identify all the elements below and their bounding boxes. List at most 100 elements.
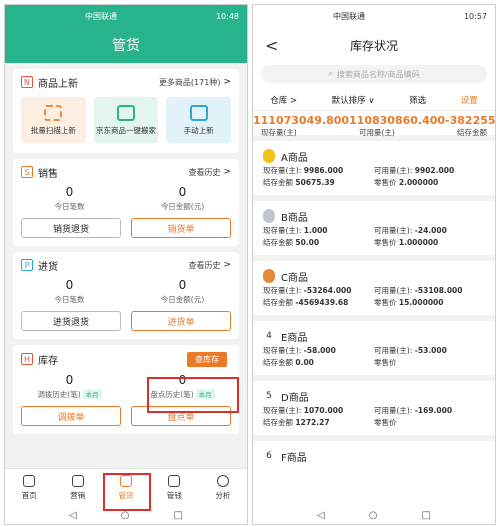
nav-recent-icon[interactable]: □ — [173, 510, 182, 521]
sales-return-button[interactable]: 销货退货 — [21, 218, 121, 238]
value-value: -4569439.68 — [295, 298, 349, 307]
copy-icon — [117, 104, 135, 121]
highlight-check-inventory — [147, 377, 239, 413]
stock-value: 1070.000 — [303, 406, 344, 415]
tab-home-label: 首页 — [21, 490, 37, 500]
tab-money[interactable]: 管钱 — [150, 469, 198, 506]
price-label: 零售价 — [374, 238, 397, 247]
new-goods-title: 商品上新 — [38, 78, 78, 90]
price-label: 零售价 — [374, 418, 397, 427]
search-input[interactable]: ⌕ 搜索商品名称/商品编码 — [261, 65, 487, 83]
nav-back-icon[interactable]: ◁ — [317, 510, 325, 521]
stock-label: 现存量(主) — [263, 406, 299, 415]
back-arrow-icon[interactable]: < — [265, 36, 278, 55]
list-item[interactable]: B商品 现存量(主): 1.000 可用量(主): -24.000 结存金额 50… — [253, 201, 495, 261]
purchase-order-button[interactable]: 进货单 — [131, 311, 231, 331]
settings-button[interactable]: 设置 — [461, 94, 478, 106]
tab-analysis-label: 分析 — [215, 490, 231, 500]
search-placeholder: 搜索商品名称/商品编码 — [336, 69, 420, 79]
sales-card: S 销售 查看历史 > 0 今日笔数 0 今日金额(元) 销货退货 销货单 — [13, 159, 239, 246]
purchase-history-link[interactable]: 查看历史 — [188, 260, 220, 271]
tab-analysis[interactable]: 分析 — [199, 469, 247, 506]
gold-medal-icon — [263, 149, 275, 163]
adjust-order-button[interactable]: 调拨单 — [21, 406, 121, 426]
new-goods-icon: N — [21, 76, 33, 88]
item-name: E商品 — [281, 332, 308, 344]
status-time: 10:57 — [463, 11, 487, 21]
status-bar: 中国联通 10:57 — [253, 5, 495, 27]
list-item[interactable]: A商品 现存量(主): 9986.000 可用量(主): 9902.000 结存金… — [253, 141, 495, 201]
purchase-amount: 0 — [178, 278, 187, 292]
left-screen: 中国联通 10:48 管货 N 商品上新 更多商品(171种) > 批量扫描上新… — [4, 4, 248, 525]
page-title: 库存状况 — [349, 38, 398, 53]
list-item[interactable]: 5 D商品 现存量(主): 1070.000 可用量(主): -169.000 结存… — [253, 381, 495, 441]
sales-count: 0 — [65, 185, 74, 199]
total-available-label: 可用量(主) — [359, 128, 395, 137]
nav-recent-icon[interactable]: □ — [421, 510, 430, 521]
tab-money-label: 管钱 — [166, 490, 182, 500]
list-item[interactable]: C商品 现存量(主): -53264.000 可用量(主): -53108.000… — [253, 261, 495, 321]
filter-bar: 仓库 > 默认排序 ∨ 筛选 设置 — [253, 89, 495, 111]
right-screen: 中国联通 10:57 < 库存状况 ⌕ 搜索商品名称/商品编码 仓库 > 默认排… — [252, 4, 496, 525]
sales-icon: S — [21, 166, 33, 178]
nav-back-icon[interactable]: ◁ — [69, 510, 77, 521]
batch-scan-label: 批量扫描上新 — [30, 125, 76, 135]
list-item[interactable]: 6 F商品 — [253, 441, 495, 471]
purchase-return-button[interactable]: 进货退货 — [21, 311, 121, 331]
check-inventory-button[interactable]: 查库存 — [187, 351, 227, 367]
home-icon: H — [21, 353, 33, 365]
available-label: 可用量(主) — [374, 346, 410, 355]
sort-filter[interactable]: 默认排序 ∨ — [332, 94, 375, 106]
jd-move-tile[interactable]: 京东商品一键搬家 — [93, 97, 159, 143]
home-icon — [23, 474, 36, 487]
tab-marketing[interactable]: 营销 — [53, 469, 101, 506]
warehouse-filter[interactable]: 仓库 > — [270, 94, 297, 106]
rank-number: 6 — [266, 451, 272, 461]
sales-amount: 0 — [178, 185, 187, 199]
sales-amount-label: 今日金额(元) — [160, 202, 205, 211]
value-label: 结存金额 — [263, 298, 293, 307]
adjust-label: 调拨历史(笔) — [37, 390, 81, 399]
system-nav-bar: ◁ ○ □ — [253, 506, 495, 524]
stock-label: 现存量(主) — [263, 286, 299, 295]
available-value: -53108.000 — [414, 286, 463, 295]
stock-value: 9986.000 — [303, 166, 344, 175]
more-goods-link[interactable]: 更多商品(171种) — [159, 77, 221, 88]
price-label: 零售价 — [374, 178, 397, 187]
manual-new-tile[interactable]: 手动上新 — [166, 97, 232, 143]
sales-history-link[interactable]: 查看历史 — [188, 167, 220, 178]
available-label: 可用量(主) — [374, 166, 410, 175]
stock-label: 现存量(主) — [263, 166, 299, 175]
available-value: 9902.000 — [414, 166, 455, 175]
chevron-right-icon: > — [223, 167, 231, 177]
search-icon: ⌕ — [328, 69, 333, 78]
adjust-count: 0 — [65, 373, 74, 387]
stock-value: -53264.000 — [303, 286, 352, 295]
rank-number: 4 — [266, 331, 272, 341]
batch-scan-tile[interactable]: 批量扫描上新 — [21, 97, 86, 143]
available-value: -169.000 — [414, 406, 453, 415]
value-label: 结存金额 — [263, 418, 293, 427]
silver-medal-icon — [263, 209, 275, 223]
value-label: 结存金额 — [263, 238, 293, 247]
tab-home[interactable]: 首页 — [5, 469, 53, 506]
purchase-count: 0 — [65, 278, 74, 292]
price-value: 2.000000 — [398, 178, 439, 187]
item-name: B商品 — [281, 212, 308, 224]
manual-new-label: 手动上新 — [183, 125, 214, 135]
item-name: C商品 — [281, 272, 308, 284]
screen-filter[interactable]: 筛选 — [409, 94, 426, 106]
value-value: 50.00 — [295, 238, 320, 247]
list-item[interactable]: 4 E商品 现存量(主): -58.000 可用量(主): -53.000 结存金额… — [253, 321, 495, 381]
item-name: D商品 — [281, 392, 309, 404]
edit-icon — [189, 104, 208, 121]
value-value: 50675.39 — [295, 178, 335, 187]
value-label: 结存金额 — [263, 358, 293, 367]
sales-order-button[interactable]: 销货单 — [131, 218, 231, 238]
nav-home-icon[interactable]: ○ — [121, 510, 130, 521]
scan-icon — [44, 104, 63, 121]
analysis-icon — [216, 474, 229, 487]
available-label: 可用量(主) — [374, 406, 410, 415]
purchase-title: 进货 — [38, 261, 58, 273]
nav-home-icon[interactable]: ○ — [369, 510, 378, 521]
